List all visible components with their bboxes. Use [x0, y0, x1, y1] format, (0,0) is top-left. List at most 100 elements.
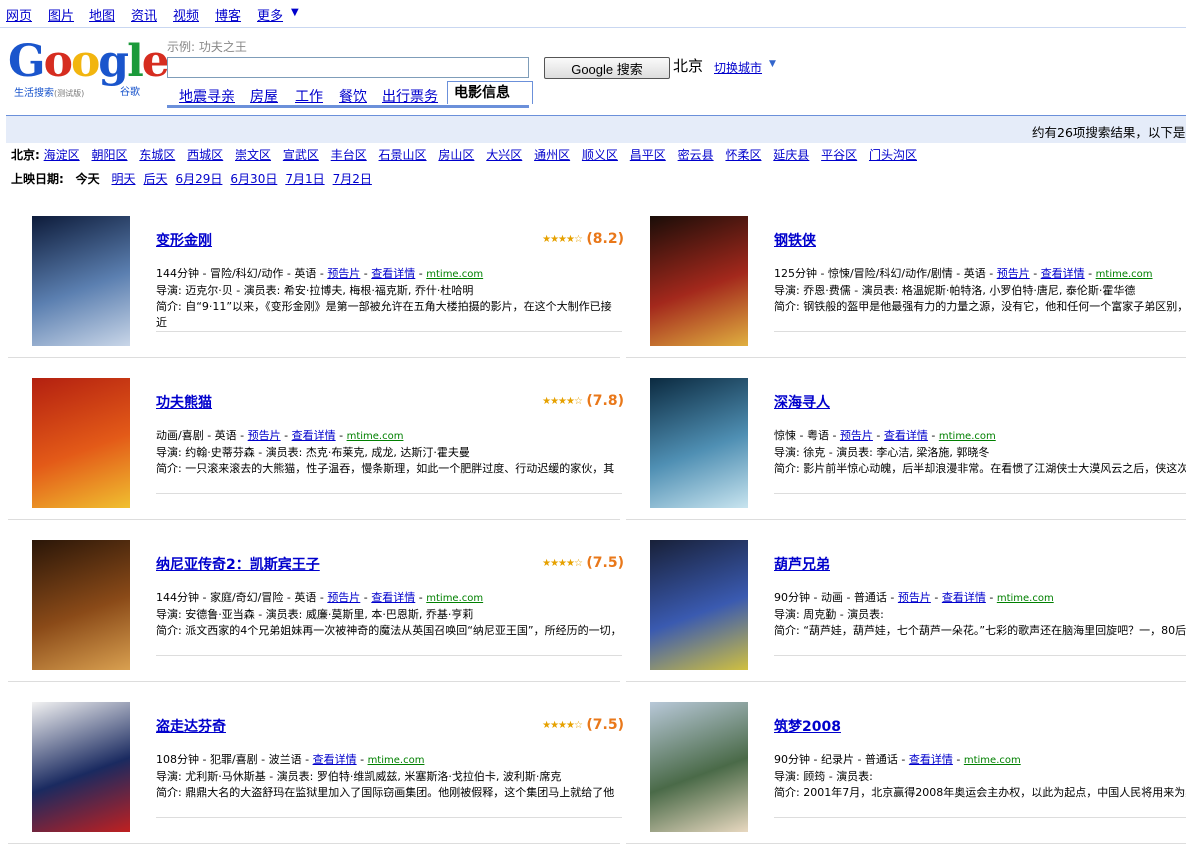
search-button[interactable]: Google 搜索	[544, 57, 670, 79]
source-link[interactable]: mtime.com	[939, 431, 996, 442]
nav-video[interactable]: 视频	[173, 5, 199, 24]
movie-title[interactable]: 变形金刚	[156, 230, 212, 250]
intro-label: 简介:	[774, 462, 800, 475]
card-divider	[774, 655, 1186, 656]
source-link[interactable]: mtime.com	[347, 431, 404, 442]
nav-maps[interactable]: 地图	[89, 5, 115, 24]
movie-title[interactable]: 盗走达芬奇	[156, 716, 226, 736]
top-nav: 网页 图片 地图 资讯 视频 博客 更多 ▼	[0, 0, 1186, 28]
trailer-link[interactable]: 预告片	[248, 429, 281, 442]
district-link[interactable]: 通州区	[534, 148, 570, 162]
date-link[interactable]: 7月2日	[333, 172, 372, 186]
district-link[interactable]: 密云县	[678, 148, 714, 162]
details-link[interactable]: 查看详情	[1041, 267, 1085, 280]
date-link[interactable]: 7月1日	[285, 172, 324, 186]
search-input[interactable]	[167, 57, 529, 78]
movie-rating: ★★★★☆ (7.8)	[542, 393, 624, 409]
district-link[interactable]: 顺义区	[582, 148, 618, 162]
tab-movies[interactable]: 电影信息	[447, 81, 533, 104]
movie-title[interactable]: 筑梦2008	[774, 716, 841, 736]
details-link[interactable]: 查看详情	[371, 267, 415, 280]
rating-score: (7.8)	[586, 393, 624, 409]
source-link[interactable]: mtime.com	[368, 755, 425, 766]
district-link[interactable]: 房山区	[438, 148, 474, 162]
district-link[interactable]: 大兴区	[486, 148, 522, 162]
nav-blogs[interactable]: 博客	[215, 5, 241, 24]
district-link[interactable]: 东城区	[139, 148, 175, 162]
details-link[interactable]: 查看详情	[313, 753, 357, 766]
movie-director: 尤利斯·马休斯基	[185, 770, 266, 783]
nav-images[interactable]: 图片	[48, 5, 74, 24]
district-link[interactable]: 朝阳区	[91, 148, 127, 162]
movie-poster[interactable]	[32, 378, 130, 508]
source-link[interactable]: mtime.com	[426, 269, 483, 280]
logo-subtitle: 生活搜索(测试版)	[14, 88, 85, 99]
district-link[interactable]: 延庆县	[773, 148, 809, 162]
movie-meta: 动画/喜剧 - 英语 - 预告片 - 查看详情 - mtime.com 导演: 约…	[156, 429, 615, 475]
date-link[interactable]: 明天	[111, 172, 135, 186]
movie-title[interactable]: 深海寻人	[774, 392, 830, 412]
movie-poster[interactable]	[32, 540, 130, 670]
more-arrow-icon[interactable]: ▼	[291, 7, 299, 18]
card-divider	[774, 493, 1186, 494]
details-link[interactable]: 查看详情	[884, 429, 928, 442]
movie-poster[interactable]	[650, 216, 748, 346]
movie-info: 125分钟 - 惊悚/冒险/科幻/动作/剧情 - 英语 -	[774, 267, 994, 280]
card-separator	[8, 357, 620, 358]
source-link[interactable]: mtime.com	[997, 593, 1054, 604]
card-separator	[626, 519, 1186, 520]
tab-jobs[interactable]: 工作	[295, 86, 323, 106]
movie-poster[interactable]	[650, 540, 748, 670]
district-link[interactable]: 门头沟区	[869, 148, 917, 162]
movie-poster[interactable]	[32, 216, 130, 346]
source-link[interactable]: mtime.com	[964, 755, 1021, 766]
district-link[interactable]: 平谷区	[821, 148, 857, 162]
movie-title[interactable]: 葫芦兄弟	[774, 554, 830, 574]
movie-title[interactable]: 钢铁侠	[774, 230, 816, 250]
date-link[interactable]: 后天	[144, 172, 168, 186]
trailer-link[interactable]: 预告片	[898, 591, 931, 604]
date-link[interactable]: 6月30日	[230, 172, 277, 186]
movie-poster[interactable]	[650, 378, 748, 508]
movie-card: 变形金刚 ★★★★☆ (8.2) 144分钟 - 冒险/科幻/动作 - 英语 - 预…	[8, 216, 644, 377]
tab-tickets[interactable]: 出行票务	[382, 86, 438, 106]
movie-meta: 108分钟 - 犯罪/喜剧 - 波兰语 - 查看详情 - mtime.com 导演…	[156, 753, 615, 799]
switch-city-link[interactable]: 切换城市	[714, 59, 762, 76]
card-divider	[774, 331, 1186, 332]
movie-title[interactable]: 纳尼亚传奇2：凯斯宾王子	[156, 554, 320, 574]
trailer-link[interactable]: 预告片	[840, 429, 873, 442]
date-link[interactable]: 6月29日	[176, 172, 223, 186]
trailer-link[interactable]: 预告片	[327, 591, 360, 604]
trailer-link[interactable]: 预告片	[327, 267, 360, 280]
tab-dining[interactable]: 餐饮	[339, 86, 367, 106]
movie-title[interactable]: 功夫熊猫	[156, 392, 212, 412]
source-link[interactable]: mtime.com	[426, 593, 483, 604]
tab-quake-family[interactable]: 地震寻亲	[179, 86, 235, 106]
nav-web[interactable]: 网页	[6, 5, 32, 24]
district-link[interactable]: 丰台区	[331, 148, 367, 162]
details-link[interactable]: 查看详情	[942, 591, 986, 604]
google-logo[interactable]: Google 生活搜索(测试版) 谷歌	[8, 40, 170, 100]
rating-score: (8.2)	[586, 231, 624, 247]
details-link[interactable]: 查看详情	[371, 591, 415, 604]
chevron-down-icon[interactable]: ▼	[769, 59, 776, 69]
trailer-link[interactable]: 预告片	[997, 267, 1030, 280]
district-link[interactable]: 宣武区	[283, 148, 319, 162]
movie-poster[interactable]	[650, 702, 748, 832]
details-link[interactable]: 查看详情	[292, 429, 336, 442]
card-separator	[626, 681, 1186, 682]
source-link[interactable]: mtime.com	[1096, 269, 1153, 280]
district-link[interactable]: 崇文区	[235, 148, 271, 162]
movie-director: 乔恩·费儒	[803, 284, 851, 297]
district-link[interactable]: 海淀区	[44, 148, 80, 162]
search-example: 示例: 功夫之王	[167, 40, 247, 54]
district-link[interactable]: 怀柔区	[725, 148, 761, 162]
district-link[interactable]: 西城区	[187, 148, 223, 162]
district-link[interactable]: 石景山区	[379, 148, 427, 162]
movie-poster[interactable]	[32, 702, 130, 832]
nav-more[interactable]: 更多	[257, 5, 283, 24]
nav-news[interactable]: 资讯	[131, 5, 157, 24]
details-link[interactable]: 查看详情	[909, 753, 953, 766]
tab-housing[interactable]: 房屋	[250, 86, 278, 106]
district-link[interactable]: 昌平区	[630, 148, 666, 162]
